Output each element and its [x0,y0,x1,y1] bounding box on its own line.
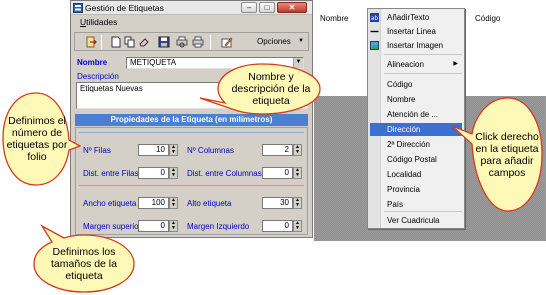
new-document-icon[interactable] [110,36,122,48]
callout-numero-etiquetas-text: Definimos el número de etiquetas por fol… [6,115,68,163]
exit-icon[interactable] [85,36,97,48]
down-arrow-icon[interactable]: ▼ [294,150,301,155]
callout-nombre-descripcion: Nombre y descripción de la etiqueta [196,62,324,116]
properties-panel: Nº Filas 10 ▲ ▼ Nº Columnas 2 ▲ ▼ Dist. en… [75,127,308,235]
etiquetas-window: Gestión de Etiquetas – □ ✕ Utilidades Op… [70,0,313,238]
close-button[interactable]: ✕ [277,2,307,13]
divider [79,185,304,186]
n-columnas-stepper[interactable]: 2 ▲ ▼ [262,144,302,156]
menu-utilidades[interactable]: Utilidades [80,17,117,28]
nombre-value: METIQUETA [130,58,177,67]
alto-value[interactable]: 30 [262,197,293,209]
ancho-label: Ancho etiqueta [83,199,137,208]
title-bar[interactable]: Gestión de Etiquetas – □ ✕ [71,1,312,15]
menu-item-insertar-linea[interactable]: Insertar Linea [368,25,464,38]
edit-icon[interactable] [221,36,233,48]
menu-item-anadir-texto[interactable]: ab AñadirTexto [368,11,464,24]
chevron-right-icon: ▶ [453,61,458,67]
n-filas-spin-arrows[interactable]: ▲ ▼ [169,144,178,156]
dist-filas-label: Dist. entre Filas [83,169,139,178]
maximize-button[interactable]: □ [259,2,275,13]
chevron-down-icon: ▼ [298,38,304,44]
margen-izquierdo-spin-arrows[interactable]: ▲ ▼ [293,220,302,232]
menu-separator [384,73,462,74]
app-icon [73,3,83,13]
menu-bar: Utilidades [71,16,312,28]
image-icon [370,41,379,50]
nombre-field-label[interactable]: Nombre [320,14,348,24]
menu-item-alineacion[interactable]: Alineacion ▶ [368,58,464,71]
callout-nombre-descripcion-text: Nombre y descripción de la etiqueta [231,71,311,107]
copy-icon[interactable] [124,36,136,48]
menu-separator [384,54,462,55]
menu-item-insertar-imagen[interactable]: Insertar Imagen [368,39,464,52]
dist-columnas-label: Dist. entre Columnas [187,169,262,178]
down-arrow-icon[interactable]: ▼ [170,203,177,208]
margen-izquierdo-value[interactable]: 0 [262,220,293,232]
dist-filas-stepper[interactable]: 0 ▲ ▼ [138,167,178,179]
callout-click-derecho-text: Click derecho en la etiqueta para añadir… [475,131,539,179]
menu-item-codigo[interactable]: Código [368,78,464,91]
text-icon: ab [370,13,379,22]
toolbar: Opciones ▼ [74,32,309,51]
down-arrow-icon[interactable]: ▼ [294,173,301,178]
ancho-stepper[interactable]: 100 ▲ ▼ [138,197,178,209]
opciones-button[interactable]: Opciones ▼ [249,34,307,49]
descripcion-label: Descripción [77,72,119,81]
alto-spin-arrows[interactable]: ▲ ▼ [293,197,302,209]
callout-tamanos: Definimos los tamaños de la etiqueta [30,224,138,294]
minimize-button[interactable]: – [241,2,257,13]
dist-columnas-spin-arrows[interactable]: ▲ ▼ [293,167,302,179]
opciones-label: Opciones [257,37,291,46]
n-filas-label: Nº Filas [83,146,111,155]
dist-columnas-stepper[interactable]: 0 ▲ ▼ [262,167,302,179]
down-arrow-icon[interactable]: ▼ [294,203,301,208]
down-arrow-icon[interactable]: ▼ [294,226,301,231]
eraser-icon[interactable] [138,36,150,48]
toolbar-separator [101,35,102,49]
alto-label: Alto etiqueta [187,199,232,208]
line-icon [370,30,379,33]
dist-filas-spin-arrows[interactable]: ▲ ▼ [169,167,178,179]
n-columnas-label: Nº Columnas [187,146,234,155]
margen-izquierdo-label: Margen Izquierdo [187,222,250,231]
close-icon: ✕ [288,3,296,12]
n-columnas-spin-arrows[interactable]: ▲ ▼ [293,144,302,156]
callout-tamanos-text: Definimos los tamaños de la etiqueta [51,246,117,282]
n-filas-stepper[interactable]: 10 ▲ ▼ [138,144,178,156]
dist-columnas-value[interactable]: 0 [262,167,293,179]
margen-izquierdo-stepper[interactable]: 0 ▲ ▼ [262,220,302,232]
save-icon[interactable] [158,36,170,48]
down-arrow-icon[interactable]: ▼ [170,150,177,155]
margen-superior-value[interactable]: 0 [138,220,169,232]
menu-item-ver-cuadricula[interactable]: Ver Cuadricula [368,214,464,227]
print-preview-icon[interactable] [176,36,188,48]
dist-filas-value[interactable]: 0 [138,167,169,179]
callout-click-derecho: Click derecho en la etiqueta para añadir… [450,96,544,214]
window-title: Gestión de Etiquetas [85,3,164,13]
alto-stepper[interactable]: 30 ▲ ▼ [262,197,302,209]
print-icon[interactable] [192,36,204,48]
margen-superior-spin-arrows[interactable]: ▲ ▼ [169,220,178,232]
down-arrow-icon[interactable]: ▼ [170,226,177,231]
n-columnas-value[interactable]: 2 [262,144,293,156]
minimize-icon: – [246,3,252,12]
maximize-icon: □ [264,3,270,12]
divider [79,132,304,133]
toolbar-separator [210,35,211,49]
down-arrow-icon[interactable]: ▼ [170,173,177,178]
menu-item-direccion[interactable]: Dirección [370,123,462,136]
callout-numero-etiquetas: Definimos el número de etiquetas por fol… [0,90,82,190]
n-filas-value[interactable]: 10 [138,144,169,156]
ancho-value[interactable]: 100 [138,197,169,209]
nombre-label: Nombre [77,58,108,67]
margen-superior-stepper[interactable]: 0 ▲ ▼ [138,220,178,232]
svg-text:ab: ab [371,15,379,22]
ancho-spin-arrows[interactable]: ▲ ▼ [169,197,178,209]
descripcion-value: Etiquetas Nuevas [80,84,143,93]
codigo-field-label[interactable]: Código [475,14,500,24]
